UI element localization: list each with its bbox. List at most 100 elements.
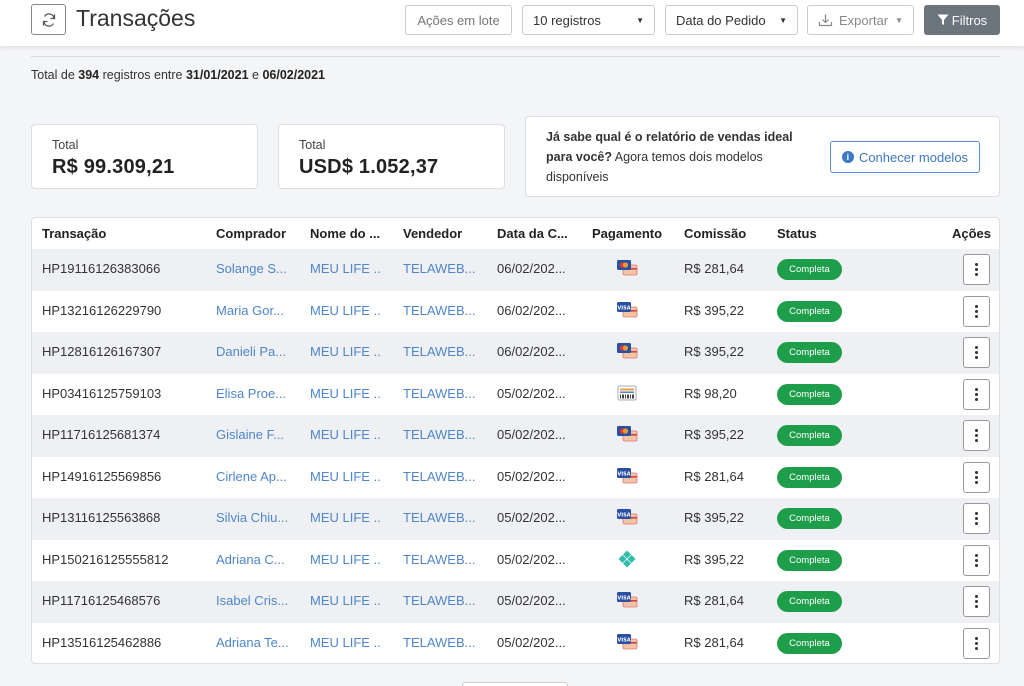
- product-link[interactable]: MEU LIFE ...: [310, 344, 382, 359]
- view-models-button[interactable]: i Conhecer modelos: [830, 141, 980, 173]
- seller-link[interactable]: TELAWEB...: [403, 427, 478, 442]
- status-badge: Completa: [777, 466, 842, 488]
- row-actions-button[interactable]: [963, 295, 990, 327]
- buyer-link[interactable]: Elisa Proe...: [216, 386, 288, 401]
- table-row: HP13216126229790 Maria Gor... MEU LIFE ...…: [32, 291, 999, 333]
- table-row: HP13516125462886 Adriana Te... MEU LIFE ..…: [32, 623, 999, 664]
- product-link[interactable]: MEU LIFE ...: [310, 386, 382, 401]
- more-vertical-icon: [975, 553, 978, 567]
- visa-card-icon: VISA: [616, 300, 638, 320]
- refresh-button[interactable]: [31, 4, 66, 35]
- transaction-id: HP12816126167307: [42, 344, 162, 359]
- order-date: 06/02/202...: [497, 261, 566, 276]
- column-header-transaction[interactable]: Transação: [42, 226, 106, 241]
- seller-link[interactable]: TELAWEB...: [403, 261, 478, 276]
- more-vertical-icon: [975, 429, 978, 442]
- status-badge: Completa: [777, 549, 842, 571]
- export-button[interactable]: Exportar ▼: [807, 5, 914, 35]
- transaction-id: HP11716125681374: [42, 427, 161, 442]
- records-per-page-value: 10 registros: [533, 12, 601, 28]
- filters-button[interactable]: Filtros: [924, 5, 1000, 35]
- batch-actions-button[interactable]: Ações em lote: [405, 5, 512, 35]
- seller-link[interactable]: TELAWEB...: [403, 344, 478, 359]
- seller-link[interactable]: TELAWEB...: [403, 386, 478, 401]
- product-link[interactable]: MEU LIFE ...: [310, 593, 382, 608]
- buyer-link[interactable]: Gislaine F...: [216, 427, 288, 442]
- filter-icon: [937, 14, 949, 25]
- row-actions-button[interactable]: [963, 461, 990, 493]
- seller-link[interactable]: TELAWEB...: [403, 303, 478, 318]
- column-header-date[interactable]: Data da C...: [497, 226, 568, 241]
- seller-link[interactable]: TELAWEB...: [403, 593, 478, 608]
- table-row: HP12816126167307 Danieli Pa... MEU LIFE ..…: [32, 332, 999, 374]
- table-row: HP14916125569856 Cirlene Ap... MEU LIFE ..…: [32, 457, 999, 499]
- order-date: 05/02/202...: [497, 427, 566, 442]
- buyer-link[interactable]: Adriana Te...: [216, 635, 288, 650]
- seller-link[interactable]: TELAWEB...: [403, 510, 478, 525]
- visa-card-icon: VISA: [616, 632, 638, 652]
- more-vertical-icon: [975, 263, 978, 276]
- table-row: HP19116126383066 Solange S... MEU LIFE ...…: [32, 249, 999, 291]
- transactions-table: Transação Comprador Nome do ... Vendedor…: [31, 217, 1000, 664]
- transaction-id: HP03416125759103: [42, 385, 162, 401]
- row-actions-button[interactable]: [963, 544, 990, 576]
- commission-value: R$ 281,64: [684, 593, 744, 608]
- more-vertical-icon: [975, 304, 978, 318]
- column-header-product[interactable]: Nome do ...: [310, 226, 380, 241]
- buyer-link[interactable]: Cirlene Ap...: [216, 469, 288, 484]
- order-date: 05/02/202...: [497, 634, 566, 650]
- commission-value: R$ 98,20: [684, 385, 737, 401]
- total-usd-card: Total USD$ 1.052,37: [278, 124, 505, 189]
- top-bar: Transações Ações em lote 10 registros ▼ …: [0, 0, 1024, 46]
- more-vertical-icon: [975, 512, 978, 525]
- column-header-commission[interactable]: Comissão: [684, 226, 746, 241]
- order-date: 05/02/202...: [497, 468, 566, 484]
- table-row: HP03416125759103 Elisa Proe... MEU LIFE ..…: [32, 374, 999, 416]
- mastercard-card-icon: [616, 258, 638, 278]
- table-body: HP19116126383066 Solange S... MEU LIFE ...…: [32, 249, 999, 664]
- row-actions-button[interactable]: [963, 586, 990, 617]
- commission-value: R$ 281,64: [684, 634, 744, 650]
- product-link[interactable]: MEU LIFE ...: [310, 427, 382, 442]
- product-link[interactable]: MEU LIFE ...: [310, 552, 382, 567]
- column-header-seller[interactable]: Vendedor: [403, 226, 462, 241]
- transaction-id: HP14916125569856: [42, 468, 162, 484]
- date-field-select[interactable]: Data do Pedido ▼: [665, 5, 798, 35]
- row-actions-button[interactable]: [963, 503, 990, 534]
- row-actions-button[interactable]: [963, 627, 990, 659]
- date-field-value: Data do Pedido: [676, 12, 766, 28]
- row-actions-button[interactable]: [963, 420, 990, 451]
- seller-link[interactable]: TELAWEB...: [403, 552, 478, 567]
- commission-value: R$ 395,22: [684, 510, 744, 525]
- product-link[interactable]: MEU LIFE ...: [310, 635, 382, 650]
- total-brl-label: Total: [52, 138, 79, 152]
- column-header-buyer[interactable]: Comprador: [216, 226, 286, 241]
- column-header-status[interactable]: Status: [777, 226, 817, 241]
- date-from: 31/01/2021: [185, 68, 249, 82]
- caret-down-icon: ▼: [895, 15, 903, 25]
- product-link[interactable]: MEU LIFE ...: [310, 469, 382, 484]
- order-date: 05/02/202...: [497, 551, 566, 567]
- buyer-link[interactable]: Adriana C...: [216, 552, 288, 567]
- more-vertical-icon: [975, 636, 978, 650]
- buyer-link[interactable]: Danieli Pa...: [216, 344, 288, 359]
- column-header-payment[interactable]: Pagamento: [592, 226, 662, 241]
- filters-label: Filtros: [951, 12, 988, 28]
- table-row: HP13116125563868 Silvia Chiu... MEU LIFE .…: [32, 498, 999, 540]
- seller-link[interactable]: TELAWEB...: [403, 469, 478, 484]
- records-per-page-select[interactable]: 10 registros ▼: [522, 5, 655, 35]
- product-link[interactable]: MEU LIFE ...: [310, 303, 382, 318]
- product-link[interactable]: MEU LIFE ...: [310, 261, 382, 276]
- buyer-link[interactable]: Isabel Cris...: [216, 593, 288, 608]
- buyer-link[interactable]: Silvia Chiu...: [216, 510, 288, 525]
- seller-link[interactable]: TELAWEB...: [403, 635, 478, 650]
- buyer-link[interactable]: Maria Gor...: [216, 303, 288, 318]
- pagination[interactable]: [462, 682, 568, 686]
- buyer-link[interactable]: Solange S...: [216, 261, 288, 276]
- row-actions-button[interactable]: [963, 378, 990, 410]
- row-actions-button[interactable]: [963, 254, 990, 285]
- visa-card-icon: VISA: [616, 466, 638, 486]
- product-link[interactable]: MEU LIFE ...: [310, 510, 382, 525]
- status-badge: Completa: [777, 342, 842, 363]
- row-actions-button[interactable]: [963, 337, 990, 368]
